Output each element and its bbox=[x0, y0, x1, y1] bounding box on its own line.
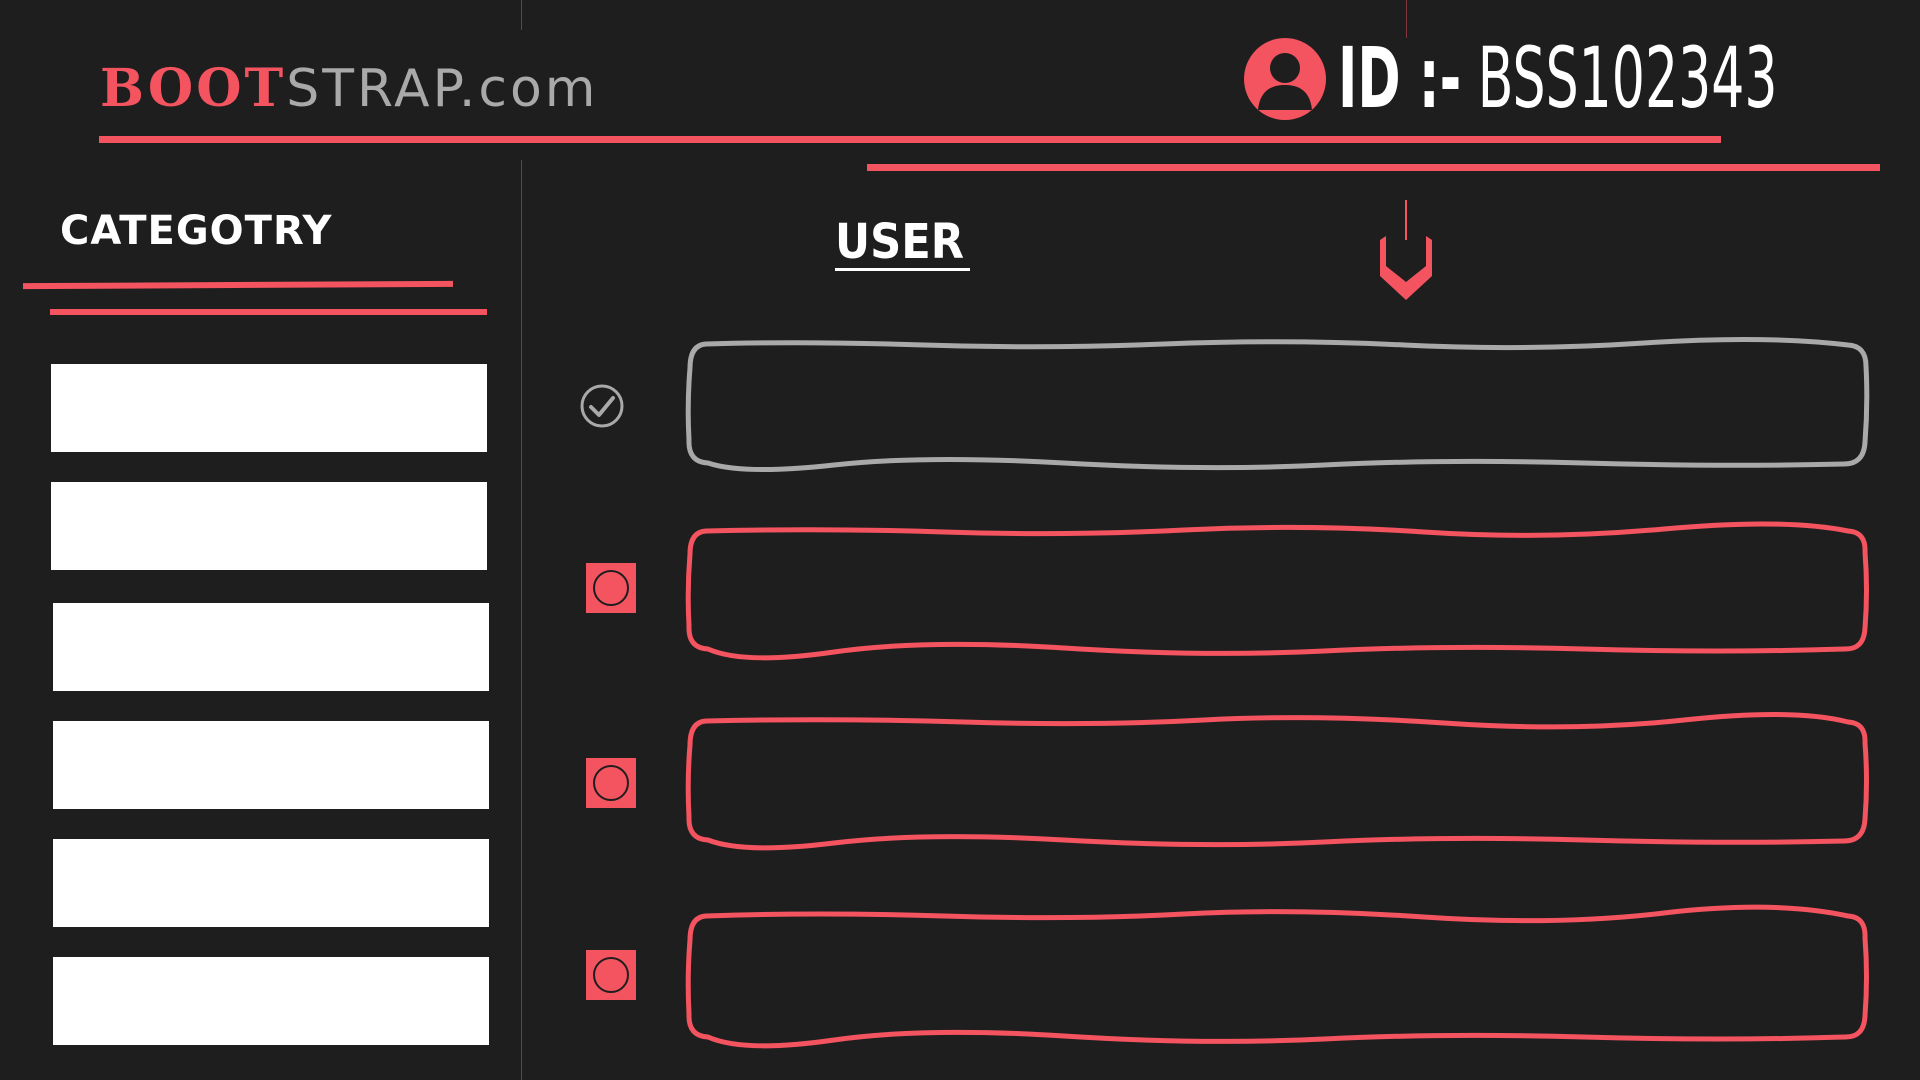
sidebar-title-rule bbox=[22, 280, 454, 290]
header-rule-secondary bbox=[867, 164, 1880, 171]
sidebar-item-6[interactable] bbox=[53, 957, 489, 1045]
sidebar-item-5[interactable] bbox=[53, 839, 489, 927]
radio-icon[interactable] bbox=[586, 758, 636, 808]
user-row-1[interactable] bbox=[684, 336, 1870, 473]
user-id-value: BSS102343 bbox=[1477, 29, 1778, 127]
brand-logo-part1: BOOT bbox=[100, 58, 287, 119]
divider-vertical bbox=[521, 160, 522, 1080]
check-circle-icon[interactable] bbox=[580, 384, 624, 428]
arrow-down-icon bbox=[1378, 200, 1434, 306]
user-id-label: ID :- bbox=[1338, 29, 1462, 127]
brand-logo[interactable]: BOOTSTRAP.com bbox=[100, 58, 598, 119]
sidebar-item-3[interactable] bbox=[53, 603, 489, 691]
sidebar-title-rule-secondary bbox=[50, 309, 487, 315]
user-avatar-icon bbox=[1244, 38, 1326, 120]
sidebar-title: CATEGOTRY bbox=[60, 208, 333, 254]
brand-logo-part2: STRAP.com bbox=[286, 59, 599, 119]
user-row-2[interactable] bbox=[684, 521, 1870, 661]
user-row-4[interactable] bbox=[684, 904, 1870, 1049]
main-title-underline bbox=[835, 268, 970, 271]
sidebar-item-1[interactable] bbox=[51, 364, 487, 452]
main-title: USER bbox=[835, 214, 964, 270]
user-row-3[interactable] bbox=[684, 711, 1870, 851]
sidebar-item-4[interactable] bbox=[53, 721, 489, 809]
user-id: ID :- BSS102343 bbox=[1338, 28, 1777, 128]
header-rule bbox=[99, 136, 1721, 143]
radio-icon[interactable] bbox=[586, 563, 636, 613]
sidebar-item-2[interactable] bbox=[51, 482, 487, 570]
radio-icon[interactable] bbox=[586, 950, 636, 1000]
divider-vertical bbox=[521, 0, 522, 30]
